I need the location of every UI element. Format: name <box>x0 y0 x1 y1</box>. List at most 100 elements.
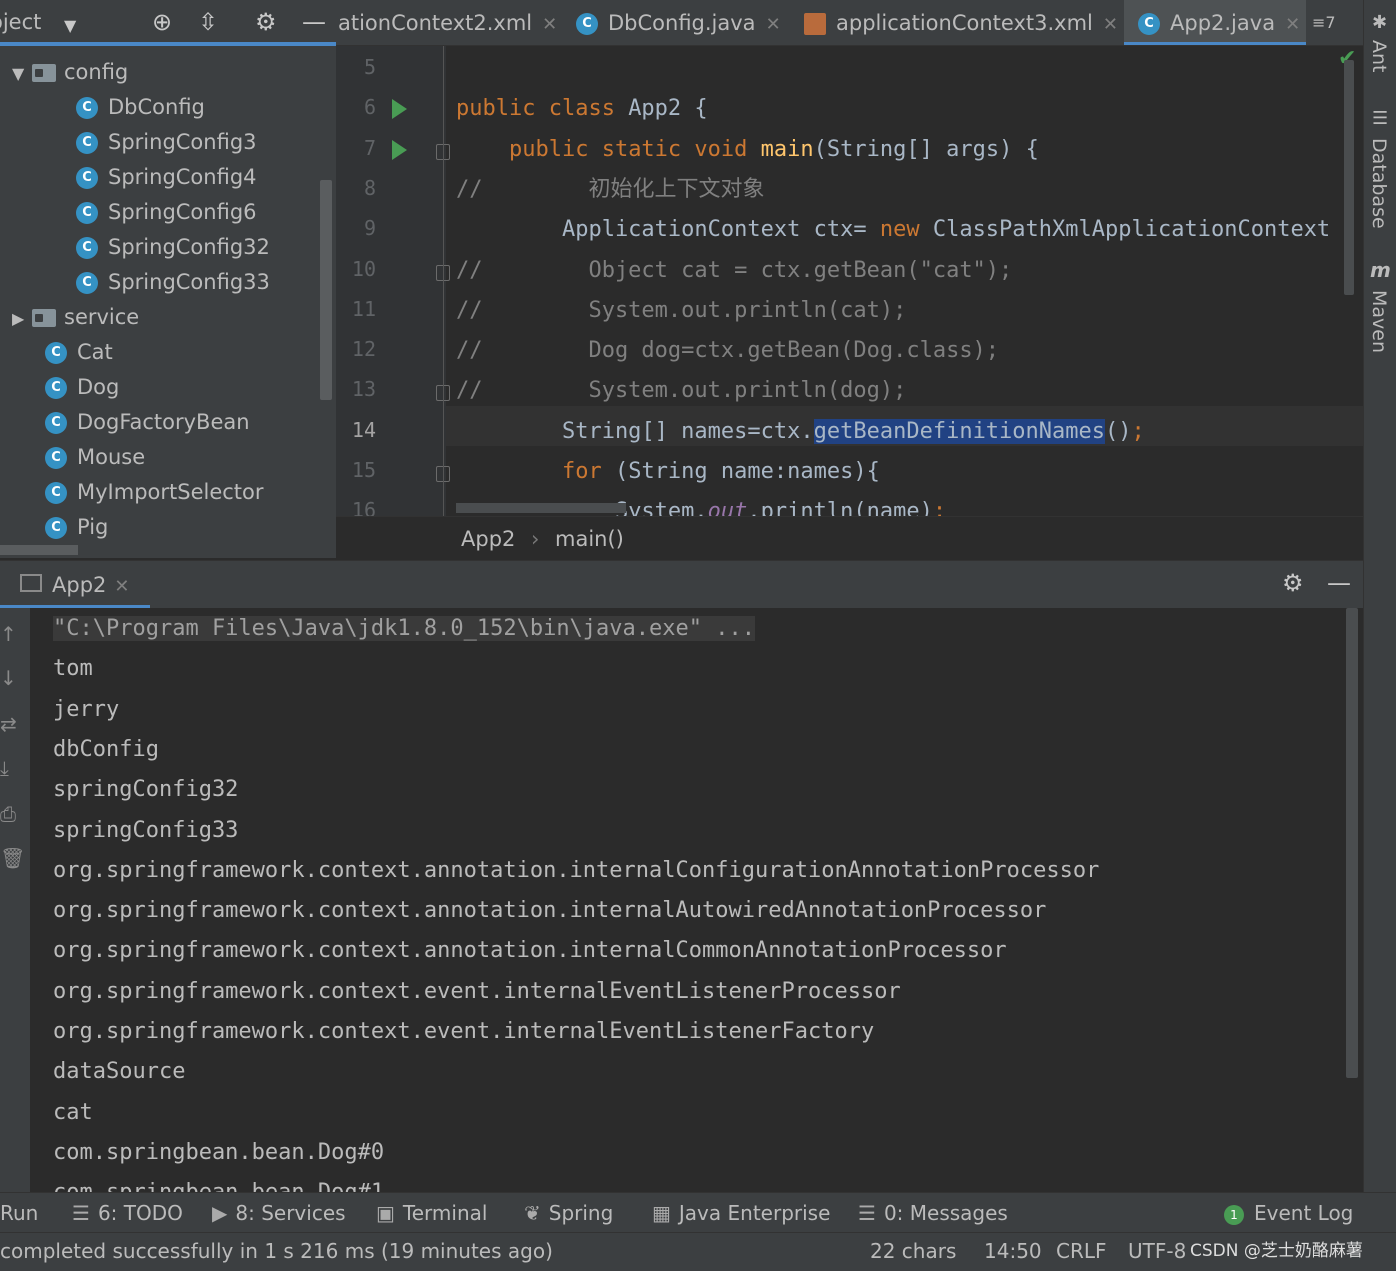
console-line: com.springbean.bean.Dog#1 <box>53 1180 384 1192</box>
tab-dbconfig[interactable]: C DbConfig.java ✕ <box>576 0 794 45</box>
close-icon[interactable]: ✕ <box>114 576 129 597</box>
tree-item-config[interactable]: ▼ config <box>12 55 128 90</box>
status-message[interactable]: completed successfully in 1 s 216 ms (19… <box>0 1233 553 1269</box>
tree-item-dbconfig[interactable]: C DbConfig <box>76 90 205 125</box>
maven-tool-button[interactable]: Maven <box>1368 290 1390 353</box>
minimize-icon[interactable]: — <box>302 8 326 36</box>
code-line[interactable]: for (String name:names){ <box>456 457 880 487</box>
ant-tool-button[interactable]: Ant <box>1368 40 1390 73</box>
close-icon[interactable]: ✕ <box>1103 14 1118 35</box>
tab-applicationcontext3[interactable]: applicationContext3.xml ✕ <box>804 0 1118 45</box>
soft-wrap-icon[interactable]: ⇄ <box>0 712 17 736</box>
folder-icon <box>32 309 56 327</box>
run-toolwindow-button[interactable]: Run <box>0 1193 38 1232</box>
database-tool-button[interactable]: Database <box>1368 138 1390 229</box>
scroll-to-end-icon[interactable]: ⤓ <box>0 756 9 780</box>
scroll-down-icon[interactable]: ↓ <box>0 666 17 690</box>
class-icon: C <box>1138 13 1160 35</box>
tree-item-label: DbConfig <box>108 95 205 119</box>
services-toolwindow-button[interactable]: ▶ 8: Services <box>212 1193 346 1232</box>
code-line[interactable]: // System.out.println(dog); <box>456 376 906 406</box>
project-header: oject ▼ ⊕ ⇳ ⚙ — <box>0 0 336 46</box>
terminal-toolwindow-button[interactable]: ▣ Terminal <box>376 1193 487 1232</box>
spring-toolwindow-button[interactable]: ❦ Spring <box>524 1193 613 1232</box>
tab-app2[interactable]: C App2.java ✕ <box>1124 0 1306 45</box>
tab-overflow[interactable]: ≡7 <box>1312 0 1336 45</box>
tab-label: ationContext2.xml <box>338 11 533 35</box>
event-log-toolwindow-button[interactable]: 1 Event Log <box>1224 1193 1353 1232</box>
run-console[interactable]: ↑ ↓ ⇄ ⤓ ⎙ 🗑 "C:\Program Files\Java\jdk1.… <box>0 608 1363 1192</box>
code-line[interactable]: // 初始化上下文对象 <box>456 175 764 205</box>
editor-scrollbar[interactable] <box>1344 60 1354 295</box>
java-enterprise-toolwindow-button[interactable]: ▦ Java Enterprise <box>652 1193 830 1232</box>
project-horizontal-scrollbar[interactable] <box>0 545 78 555</box>
minimize-icon[interactable]: — <box>1327 569 1351 597</box>
code-line[interactable]: public class App2 { <box>456 94 708 124</box>
breadcrumb-class[interactable]: App2 <box>461 517 515 561</box>
run-tab-label: App2 <box>52 573 107 597</box>
tree-item-service[interactable]: ▶ service <box>12 300 139 335</box>
console-icon <box>20 574 42 592</box>
trash-icon[interactable]: 🗑 <box>0 846 25 870</box>
code-line[interactable]: // System.out.println(cat); <box>456 296 906 326</box>
tree-item-cat[interactable]: C Cat <box>45 335 113 370</box>
collapse-icon[interactable]: ⇳ <box>198 8 218 36</box>
code-line[interactable]: String[] names=ctx.getBeanDefinitionName… <box>456 417 1145 447</box>
tree-item-dogfactorybean[interactable]: C DogFactoryBean <box>45 405 250 440</box>
tree-item-springconfig4[interactable]: C SpringConfig4 <box>76 160 257 195</box>
tree-item-springconfig6[interactable]: C SpringConfig6 <box>76 195 257 230</box>
console-scrollbar[interactable] <box>1346 608 1358 1078</box>
breadcrumb-separator-icon: › <box>531 527 540 551</box>
tree-item-mouse[interactable]: C Mouse <box>45 440 145 475</box>
messages-toolwindow-button[interactable]: ☰ 0: Messages <box>858 1193 1008 1232</box>
code-line[interactable]: // Object cat = ctx.getBean("cat"); <box>456 256 1012 286</box>
console-line: org.springframework.context.annotation.i… <box>53 938 1007 964</box>
tree-item-dog[interactable]: C Dog <box>45 370 119 405</box>
caret-position[interactable]: 14:50 <box>984 1233 1042 1269</box>
gutter-separator <box>443 46 444 516</box>
file-encoding[interactable]: UTF-8 <box>1128 1233 1186 1269</box>
code-line[interactable]: ApplicationContext ctx= new ClassPathXml… <box>456 215 1330 245</box>
chevron-right-icon[interactable]: ▶ <box>12 301 32 336</box>
line-number: 5 <box>363 55 376 79</box>
console-line: org.springframework.context.annotation.i… <box>53 857 1100 883</box>
console-line: tom <box>53 656 93 682</box>
tree-item-myimportselector[interactable]: C MyImportSelector <box>45 475 264 510</box>
project-title[interactable]: oject <box>0 10 41 34</box>
list-icon: ☰ <box>72 1201 90 1225</box>
tree-item-springconfig3[interactable]: C SpringConfig3 <box>76 125 257 160</box>
tab-label: DbConfig.java <box>608 11 756 35</box>
run-gutter-icon[interactable] <box>392 99 407 120</box>
line-number: 7 <box>363 135 376 160</box>
run-gutter-icon[interactable] <box>392 139 407 160</box>
close-icon[interactable]: ✕ <box>1285 14 1300 35</box>
code-line[interactable]: public static void main(String[] args) { <box>456 135 1039 165</box>
gear-icon[interactable]: ⚙ <box>255 8 277 36</box>
print-icon[interactable]: ⎙ <box>0 802 16 826</box>
chevron-down-icon[interactable]: ▼ <box>12 56 32 91</box>
tree-item-springconfig33[interactable]: C SpringConfig33 <box>76 265 270 300</box>
line-separator[interactable]: CRLF <box>1056 1233 1107 1269</box>
line-number: 16 <box>351 498 376 516</box>
code-line[interactable]: // Dog dog=ctx.getBean(Dog.class); <box>456 336 999 366</box>
tree-item-pig[interactable]: C Pig <box>45 510 108 545</box>
scroll-up-icon[interactable]: ↑ <box>0 622 17 646</box>
todo-toolwindow-button[interactable]: ☰ 6: TODO <box>72 1193 183 1232</box>
run-tab[interactable]: App2 ✕ <box>0 561 150 609</box>
watermark: CSDN @芝士奶酪麻薯 <box>1190 1241 1363 1261</box>
gear-icon[interactable]: ⚙ <box>1282 569 1304 597</box>
chevron-down-icon[interactable]: ▼ <box>64 12 76 40</box>
console-line: org.springframework.context.annotation.i… <box>53 898 1047 924</box>
run-panel-header: App2 ✕ ⚙ — <box>0 560 1363 609</box>
close-icon[interactable]: ✕ <box>542 14 557 35</box>
database-icon: ☰ <box>1372 108 1389 129</box>
close-icon[interactable]: ✕ <box>766 14 781 35</box>
tab-applicationcontext2[interactable]: ationContext2.xml ✕ <box>336 0 568 45</box>
project-scrollbar[interactable] <box>320 180 332 400</box>
tree-item-springconfig32[interactable]: C SpringConfig32 <box>76 230 270 265</box>
locate-icon[interactable]: ⊕ <box>152 8 172 36</box>
editor-horizontal-scrollbar[interactable] <box>456 503 626 513</box>
code-editor[interactable]: 5 6 7 8 9 10 11 12 13 14 15 16 public class App2 { … <box>336 46 1363 516</box>
tree-item-label: config <box>64 60 129 84</box>
breadcrumb-method[interactable]: main() <box>555 517 624 561</box>
